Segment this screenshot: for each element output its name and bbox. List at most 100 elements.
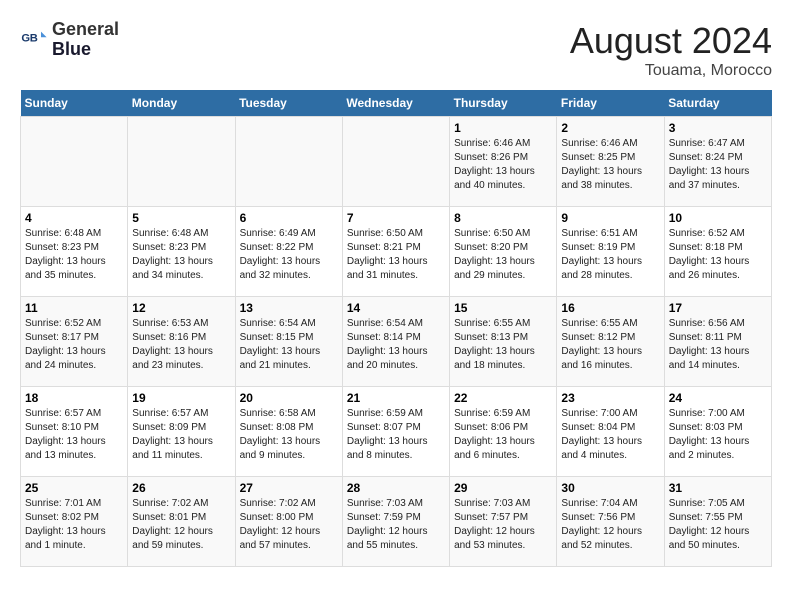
calendar-cell — [235, 117, 342, 207]
calendar-cell: 5 Sunrise: 6:48 AM Sunset: 8:23 PM Daylig… — [128, 207, 235, 297]
day-info: Sunrise: 6:50 AM Sunset: 8:21 PM Dayligh… — [347, 227, 445, 283]
weekday-header: Tuesday — [235, 90, 342, 117]
logo-line1: General — [52, 20, 119, 40]
calendar-week-row: 1Sunrise: 6:46 AM Sunset: 8:26 PM Daylig… — [21, 117, 772, 207]
calendar-cell — [21, 117, 128, 207]
day-info: Sunrise: 6:53 AM Sunset: 8:16 PM Dayligh… — [132, 317, 230, 373]
day-info: Sunrise: 6:57 AM Sunset: 8:10 PM Dayligh… — [25, 407, 123, 463]
day-number: 18 — [25, 391, 123, 405]
day-info: Sunrise: 6:57 AM Sunset: 8:09 PM Dayligh… — [132, 407, 230, 463]
day-info: Sunrise: 6:54 AM Sunset: 8:15 PM Dayligh… — [240, 317, 338, 373]
calendar-cell: 24Sunrise: 7:00 AM Sunset: 8:03 PM Dayli… — [664, 387, 771, 477]
day-number: 8 — [454, 211, 552, 225]
calendar-table: SundayMondayTuesdayWednesdayThursdayFrid… — [20, 90, 772, 567]
day-number: 30 — [561, 481, 659, 495]
day-number: 6 — [240, 211, 338, 225]
calendar-cell: 11Sunrise: 6:52 AM Sunset: 8:17 PM Dayli… — [21, 297, 128, 387]
logo-icon: G B — [20, 26, 48, 54]
calendar-week-row: 25 Sunrise: 7:01 AM Sunset: 8:02 PM Dayli… — [21, 477, 772, 567]
day-number: 26 — [132, 481, 230, 495]
calendar-cell — [342, 117, 449, 207]
day-number: 27 — [240, 481, 338, 495]
title-block: August 2024 Touama, Morocco — [570, 20, 772, 80]
calendar-cell: 23 Sunrise: 7:00 AM Sunset: 8:04 PM Dayli… — [557, 387, 664, 477]
calendar-cell: 13 Sunrise: 6:54 AM Sunset: 8:15 PM Dayli… — [235, 297, 342, 387]
day-number: 22 — [454, 391, 552, 405]
calendar-cell: 19 Sunrise: 6:57 AM Sunset: 8:09 PM Dayli… — [128, 387, 235, 477]
day-info: Sunrise: 7:04 AM Sunset: 7:56 PM Dayligh… — [561, 497, 659, 553]
day-info: Sunrise: 6:52 AM Sunset: 8:18 PM Dayligh… — [669, 227, 767, 283]
day-number: 3 — [669, 121, 767, 135]
page-title: August 2024 — [570, 20, 772, 62]
calendar-week-row: 4 Sunrise: 6:48 AM Sunset: 8:23 PM Daylig… — [21, 207, 772, 297]
logo-line2: Blue — [52, 40, 119, 60]
calendar-cell: 25 Sunrise: 7:01 AM Sunset: 8:02 PM Dayli… — [21, 477, 128, 567]
day-info: Sunrise: 6:55 AM Sunset: 8:13 PM Dayligh… — [454, 317, 552, 373]
calendar-cell: 12 Sunrise: 6:53 AM Sunset: 8:16 PM Dayli… — [128, 297, 235, 387]
day-number: 19 — [132, 391, 230, 405]
day-info: Sunrise: 6:48 AM Sunset: 8:23 PM Dayligh… — [25, 227, 123, 283]
day-info: Sunrise: 6:46 AM Sunset: 8:26 PM Dayligh… — [454, 137, 552, 193]
day-number: 9 — [561, 211, 659, 225]
day-info: Sunrise: 6:59 AM Sunset: 8:07 PM Dayligh… — [347, 407, 445, 463]
day-info: Sunrise: 6:50 AM Sunset: 8:20 PM Dayligh… — [454, 227, 552, 283]
calendar-cell: 3 Sunrise: 6:47 AM Sunset: 8:24 PM Daylig… — [664, 117, 771, 207]
calendar-cell: 21 Sunrise: 6:59 AM Sunset: 8:07 PM Dayli… — [342, 387, 449, 477]
calendar-cell: 8 Sunrise: 6:50 AM Sunset: 8:20 PM Daylig… — [450, 207, 557, 297]
day-info: Sunrise: 6:58 AM Sunset: 8:08 PM Dayligh… — [240, 407, 338, 463]
calendar-cell: 2 Sunrise: 6:46 AM Sunset: 8:25 PM Daylig… — [557, 117, 664, 207]
logo-text: General Blue — [52, 20, 119, 60]
calendar-cell: 29Sunrise: 7:03 AM Sunset: 7:57 PM Dayli… — [450, 477, 557, 567]
svg-text:G: G — [21, 32, 30, 44]
day-number: 23 — [561, 391, 659, 405]
calendar-cell: 6 Sunrise: 6:49 AM Sunset: 8:22 PM Daylig… — [235, 207, 342, 297]
day-info: Sunrise: 7:00 AM Sunset: 8:03 PM Dayligh… — [669, 407, 767, 463]
day-number: 4 — [25, 211, 123, 225]
calendar-cell: 27 Sunrise: 7:02 AM Sunset: 8:00 PM Dayli… — [235, 477, 342, 567]
calendar-cell: 31Sunrise: 7:05 AM Sunset: 7:55 PM Dayli… — [664, 477, 771, 567]
day-number: 2 — [561, 121, 659, 135]
day-info: Sunrise: 7:03 AM Sunset: 7:59 PM Dayligh… — [347, 497, 445, 553]
day-info: Sunrise: 6:47 AM Sunset: 8:24 PM Dayligh… — [669, 137, 767, 193]
day-number: 29 — [454, 481, 552, 495]
day-info: Sunrise: 7:02 AM Sunset: 8:00 PM Dayligh… — [240, 497, 338, 553]
day-number: 5 — [132, 211, 230, 225]
calendar-cell: 9Sunrise: 6:51 AM Sunset: 8:19 PM Daylig… — [557, 207, 664, 297]
calendar-cell: 17 Sunrise: 6:56 AM Sunset: 8:11 PM Dayli… — [664, 297, 771, 387]
day-info: Sunrise: 6:46 AM Sunset: 8:25 PM Dayligh… — [561, 137, 659, 193]
weekday-header: Friday — [557, 90, 664, 117]
calendar-cell: 18 Sunrise: 6:57 AM Sunset: 8:10 PM Dayli… — [21, 387, 128, 477]
day-number: 15 — [454, 301, 552, 315]
day-info: Sunrise: 7:05 AM Sunset: 7:55 PM Dayligh… — [669, 497, 767, 553]
day-info: Sunrise: 7:00 AM Sunset: 8:04 PM Dayligh… — [561, 407, 659, 463]
day-number: 12 — [132, 301, 230, 315]
day-info: Sunrise: 6:48 AM Sunset: 8:23 PM Dayligh… — [132, 227, 230, 283]
day-number: 7 — [347, 211, 445, 225]
day-number: 17 — [669, 301, 767, 315]
calendar-cell: 14Sunrise: 6:54 AM Sunset: 8:14 PM Dayli… — [342, 297, 449, 387]
day-number: 28 — [347, 481, 445, 495]
calendar-cell: 15 Sunrise: 6:55 AM Sunset: 8:13 PM Dayli… — [450, 297, 557, 387]
calendar-cell: 26 Sunrise: 7:02 AM Sunset: 8:01 PM Dayli… — [128, 477, 235, 567]
calendar-cell: 10Sunrise: 6:52 AM Sunset: 8:18 PM Dayli… — [664, 207, 771, 297]
svg-text:B: B — [30, 32, 38, 44]
day-info: Sunrise: 6:49 AM Sunset: 8:22 PM Dayligh… — [240, 227, 338, 283]
day-number: 25 — [25, 481, 123, 495]
day-info: Sunrise: 6:56 AM Sunset: 8:11 PM Dayligh… — [669, 317, 767, 373]
calendar-header-row: SundayMondayTuesdayWednesdayThursdayFrid… — [21, 90, 772, 117]
day-number: 21 — [347, 391, 445, 405]
calendar-cell: 30 Sunrise: 7:04 AM Sunset: 7:56 PM Dayli… — [557, 477, 664, 567]
calendar-cell: 20Sunrise: 6:58 AM Sunset: 8:08 PM Dayli… — [235, 387, 342, 477]
page-header: G B General Blue August 2024 Touama, Mor… — [20, 20, 772, 80]
page-subtitle: Touama, Morocco — [570, 62, 772, 80]
calendar-cell: 1Sunrise: 6:46 AM Sunset: 8:26 PM Daylig… — [450, 117, 557, 207]
logo: G B General Blue — [20, 20, 119, 60]
day-info: Sunrise: 7:01 AM Sunset: 8:02 PM Dayligh… — [25, 497, 123, 553]
day-info: Sunrise: 7:02 AM Sunset: 8:01 PM Dayligh… — [132, 497, 230, 553]
day-number: 13 — [240, 301, 338, 315]
weekday-header: Thursday — [450, 90, 557, 117]
weekday-header: Saturday — [664, 90, 771, 117]
calendar-cell: 4 Sunrise: 6:48 AM Sunset: 8:23 PM Daylig… — [21, 207, 128, 297]
day-info: Sunrise: 6:59 AM Sunset: 8:06 PM Dayligh… — [454, 407, 552, 463]
weekday-header: Monday — [128, 90, 235, 117]
